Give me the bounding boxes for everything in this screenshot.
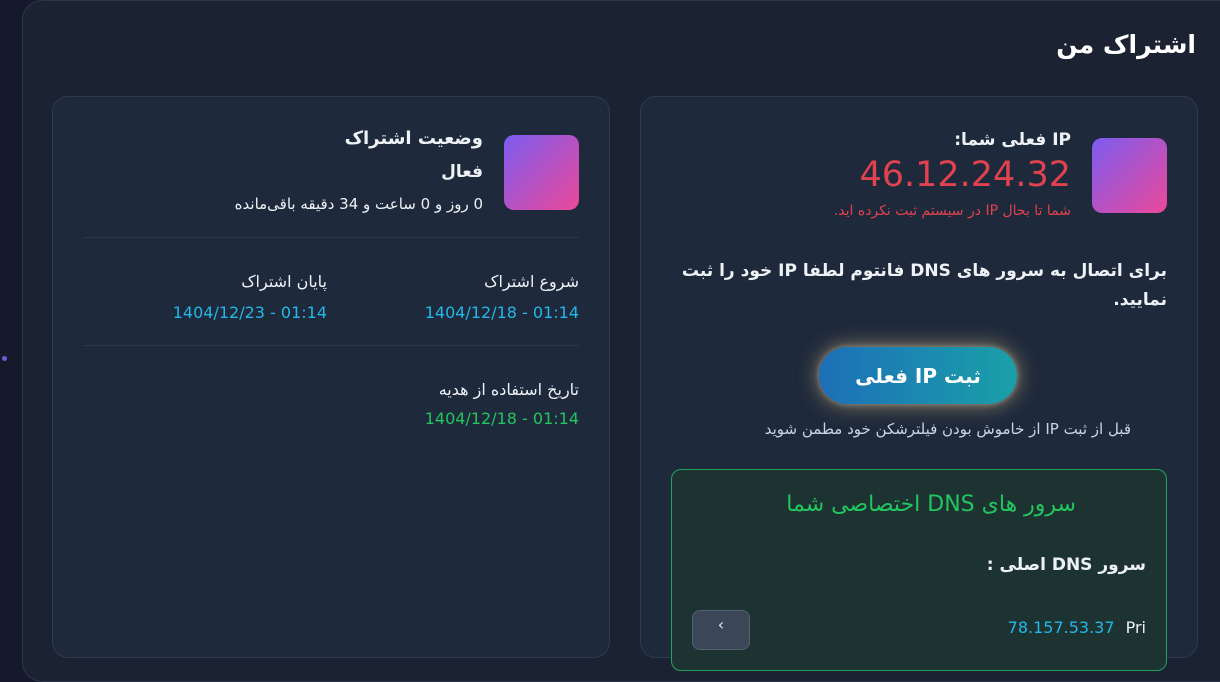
primary-dns-row: 78.157.53.37 Pri <box>1008 618 1146 637</box>
gift-value: 1404/12/18 - 01:14 <box>424 409 579 428</box>
vpn-note: قبل از ثبت IP از خاموش بودن فیلترشکن خود… <box>764 420 1131 438</box>
page-title: اشتراک من <box>1056 30 1196 59</box>
subscription-card: وضعیت اشتراک فعال 0 روز و 0 ساعت و 34 دق… <box>52 96 610 658</box>
end-value: 1404/12/23 - 01:14 <box>172 303 327 322</box>
subscription-avatar-icon <box>504 135 579 210</box>
ip-label: IP فعلی شما: <box>954 130 1071 150</box>
dns-box: سرور های DNS اختصاصی شما سرور DNS اصلی :… <box>671 469 1167 671</box>
ip-avatar-icon <box>1092 138 1167 213</box>
divider <box>83 237 579 238</box>
ip-warning: شما تا بحال IP در سیستم ثبت نکرده اید. <box>833 203 1071 219</box>
primary-dns-prefix: Pri <box>1125 618 1146 637</box>
submit-ip-button[interactable]: ثبت IP فعلی <box>819 347 1017 404</box>
end-label: پایان اشتراک <box>241 272 327 291</box>
current-ip: 46.12.24.32 <box>859 155 1071 195</box>
primary-dns-label: سرور DNS اصلی : <box>986 555 1146 575</box>
dns-title: سرور های DNS اختصاصی شما <box>786 492 1076 517</box>
gift-label: تاریخ استفاده از هدیه <box>438 380 579 399</box>
status-title: وضعیت اشتراک <box>344 128 483 149</box>
copy-dns-button[interactable]: ‹ <box>692 610 750 650</box>
ip-instruction: برای اتصال به سرور های DNS فانتوم لطفا I… <box>681 261 1167 310</box>
start-label: شروع اشتراک <box>484 272 579 291</box>
primary-dns-value: 78.157.53.37 <box>1007 618 1115 637</box>
status-value: فعال <box>441 162 483 182</box>
decorative-dot <box>2 356 7 361</box>
ip-card: IP فعلی شما: 46.12.24.32 شما تا بحال IP … <box>640 96 1198 671</box>
divider <box>83 345 579 346</box>
start-value: 1404/12/18 - 01:14 <box>424 303 579 322</box>
remaining-time: 0 روز و 0 ساعت و 34 دقیقه باقی‌مانده <box>234 195 483 213</box>
